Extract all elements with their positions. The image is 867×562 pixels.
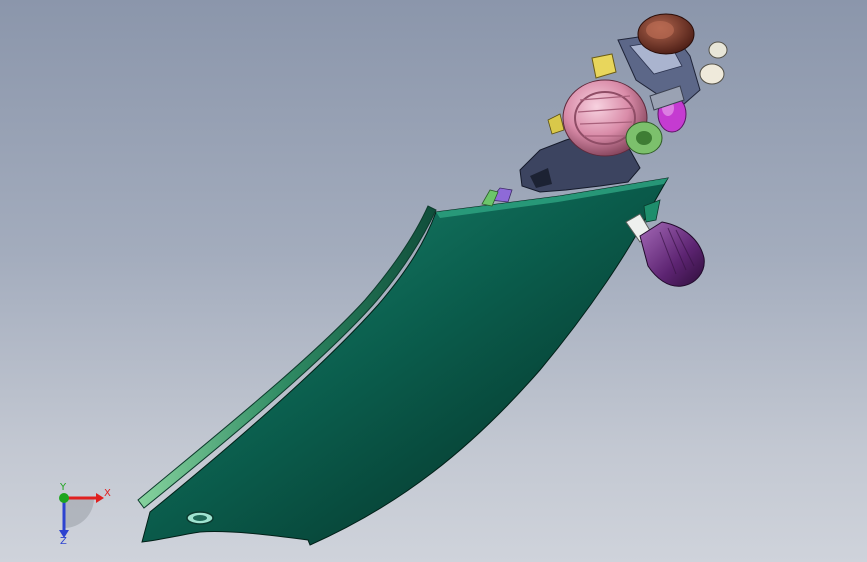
screw-head-2 [699,63,725,85]
y-axis-origin [59,493,69,503]
green-clip [481,189,499,207]
triad-shadow-quarter [64,498,94,528]
mounting-hole-inner [193,515,207,521]
cad-viewport[interactable]: X Y Z [0,0,867,562]
x-axis-label: X [104,488,111,499]
small-yellow-tab [547,113,565,135]
curved-panel-body[interactable] [141,177,669,546]
purple-handle-knob[interactable] [639,221,705,287]
coordinate-triad: X Y Z [44,482,114,547]
brown-cap-face [646,21,674,39]
green-gear-hub [636,131,652,145]
y-axis-label: Y [59,482,67,493]
x-axis-arrow [96,493,104,503]
screw-head-1 [708,41,728,59]
yellow-connector [591,53,617,79]
z-axis-label: Z [60,536,67,544]
3d-model-scene[interactable] [0,0,867,562]
